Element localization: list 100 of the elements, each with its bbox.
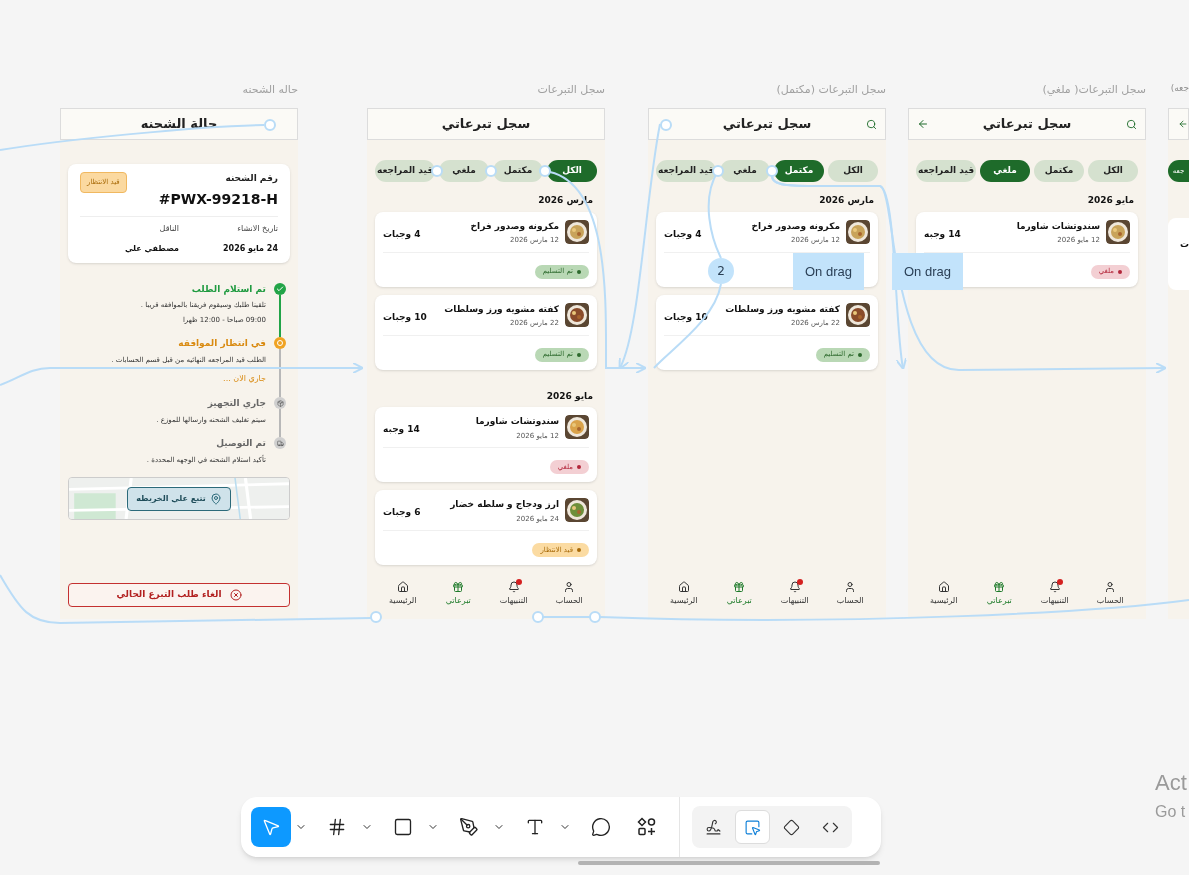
pen-icon [459,817,479,837]
screen-title: سجل تبرعاتي [981,115,1073,134]
cancel-button[interactable]: الغاء طلب التبرع الحالي [68,583,290,607]
meal-count: 14 وجبه [383,423,420,437]
meal-name: سندوتشات شاورما [1015,219,1100,233]
trigger-tooltip: On drag [892,253,963,290]
diamond-icon [783,818,800,836]
meal-name: سندوتشات شاورما [474,415,559,429]
back-arrow-icon[interactable] [917,118,929,130]
activation-subtitle: Go t [1155,802,1186,822]
meal-name: ارز ودجاج و سلطه خضار [449,498,559,512]
truck-icon [274,437,286,449]
filter-chip[interactable]: ملغي [439,160,489,182]
text-icon [525,817,545,837]
frame-label: سجل التبرعات( ملغي) [1041,82,1146,98]
comment-icon [591,817,611,837]
month-heading: مايو 2026 [545,389,594,403]
meal-count: 4 وجبات [383,227,421,241]
nav-tab[interactable]: الحساب [1082,581,1138,607]
home-icon [937,581,950,593]
meal-name: ت [1179,239,1189,249]
box-icon [274,397,286,409]
person-icon [563,581,576,593]
nav-tab[interactable]: تبرعاتي [430,581,486,607]
field-label: تاريخ الانشاء [236,222,278,235]
step-note: جاري الان ... [222,373,266,385]
nav-tab[interactable]: التنبيهات [486,581,542,607]
field-value: 24 مايو 2026 [222,242,278,255]
trigger-tooltip: On drag [793,253,864,290]
nav-tab[interactable]: تبرعاتي [711,581,767,607]
pending-dot-icon [274,337,286,349]
shipment-number: #PWX-99218-H [157,189,278,209]
pointer-icon [261,817,281,837]
screen-title: سجل تبرعاتي [721,115,813,134]
step-title: تم استلام الطلب [190,282,266,296]
meal-name: كفته مشويه ورز وسلطات [724,302,840,316]
frame-label: سجل التبرعات (مكتمل) [775,82,886,98]
meal-count: 4 وجبات [664,227,702,241]
activation-title: Act [1155,769,1187,797]
frame-label: سجل التبرعات [536,82,605,98]
shapes-icon [637,817,657,837]
back-arrow-icon[interactable] [1178,119,1188,129]
meal-count: 6 وجبات [383,506,421,520]
person-icon [844,581,857,593]
track-on-map-button[interactable]: تتبع علي الخريطه [127,486,231,511]
screen-title: سجل تبرعاتي [440,115,532,134]
frame-icon [327,817,347,837]
search-icon[interactable] [865,118,877,130]
home-icon [677,581,690,593]
filter-chip[interactable]: قيد المراجعه [656,160,716,182]
meal-count: 10 وجبات [383,310,427,324]
bell-icon [788,581,801,593]
nav-tab[interactable]: تبرعاتي [971,581,1027,607]
step-title: في انتظار الموافقه [177,337,266,351]
close-icon [229,589,242,601]
filter-chip[interactable]: ملغي [720,160,770,182]
donation-card[interactable]: ت [1168,218,1189,290]
month-heading: مايو 2026 [1086,194,1135,207]
bell-icon [507,581,520,593]
step-title: تم التوصيل [215,437,266,450]
nav-tab[interactable]: الرئيسية [916,581,972,607]
search-icon[interactable] [1125,118,1137,130]
nav-tab[interactable]: الحساب [822,581,878,607]
step-title: جاري التجهيز [206,397,266,411]
meal-name: مكرونه وصدور فراخ [469,219,559,233]
gift-icon [452,581,465,593]
nav-tab[interactable]: الرئيسية [656,581,712,607]
rectangle-icon [393,817,413,837]
filter-chip[interactable]: ملغي [980,160,1030,182]
nav-tab[interactable]: الحساب [541,581,597,607]
squiggle-icon [705,818,722,836]
meal-count: 14 وجبه [924,227,961,241]
nav-tab[interactable]: الرئيسية [375,581,431,607]
bell-icon [1048,581,1061,593]
filter-chip[interactable]: الكل [547,160,597,182]
connection-line [542,616,591,618]
filter-chip[interactable]: قيد المراجعه [916,160,976,182]
person-icon [1104,581,1117,593]
filter-chip[interactable]: الكل [828,160,878,182]
frame-label: حاله الشحنه [241,82,298,98]
gift-icon [733,581,746,593]
field-label: الناقل [158,222,179,235]
nav-tab[interactable]: التنبيهات [767,581,823,607]
home-icon [396,581,409,593]
field-label: رقم الشحنه [225,172,278,185]
filter-chip[interactable]: مكتمل [774,160,824,182]
filter-chip[interactable]: الكل [1088,160,1138,182]
month-heading: مارس 2026 [537,194,594,208]
meal-name: كفته مشويه ورز وسلطات [443,302,559,316]
filter-chip[interactable]: قيد المراجعه [375,160,435,182]
nav-tab[interactable]: التنبيهات [1027,581,1083,607]
month-heading: مارس 2026 [818,194,875,208]
gift-icon [993,581,1006,593]
filter-chip[interactable]: مكتمل [493,160,543,182]
frame-label: جعه) [1169,82,1189,95]
meal-name: مكرونه وصدور فراخ [750,219,840,233]
field-value: مصطفي علي [123,242,179,255]
cursor-panel-icon [744,818,761,836]
filter-chip[interactable]: مكتمل [1034,160,1084,182]
map-pin-icon [209,492,222,505]
